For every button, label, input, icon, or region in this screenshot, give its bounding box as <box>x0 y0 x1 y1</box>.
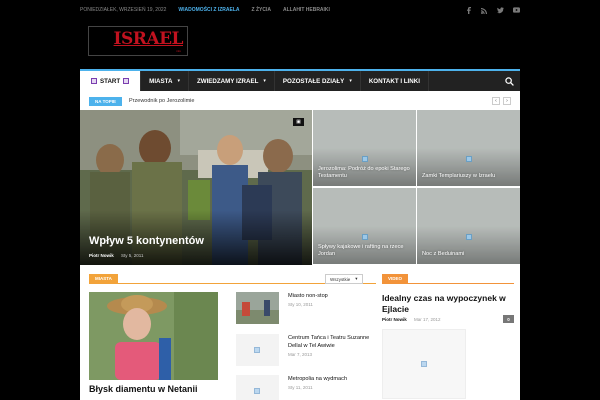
image-placeholder-icon <box>421 361 427 367</box>
rss-icon[interactable] <box>481 7 488 14</box>
news-ticker: NA TOPIE Przewodnik po Jerozolimie ‹ › <box>89 96 511 106</box>
video-post-meta: Piotr Nowik Mar 17, 2012 0 <box>382 315 514 323</box>
search-button[interactable] <box>498 71 520 91</box>
top-link-life[interactable]: Z ŻYCIA <box>252 7 271 13</box>
top-link-news[interactable]: WIADOMOŚCI Z IZRAELA <box>178 7 239 13</box>
featured-main-title[interactable]: Wpływ 5 kontynentów <box>89 235 204 247</box>
ticker-link[interactable]: Przewodnik po Jerozolimie <box>129 98 194 104</box>
logo-text: ISRAEL <box>113 29 184 49</box>
section-divider <box>382 283 514 284</box>
camera-icon: ▣ <box>293 118 304 126</box>
image-placeholder-icon <box>254 347 260 353</box>
page-content: NA TOPIE Przewodnik po Jerozolimie ‹ › ▣… <box>80 91 520 400</box>
miasta-main-image[interactable] <box>89 292 218 380</box>
nav-item-kontakt[interactable]: KONTAKT I LINKI <box>361 71 429 91</box>
list-item-thumb[interactable] <box>236 292 279 324</box>
list-item-title[interactable]: Miasto non-stop <box>288 292 376 300</box>
nav-item-start[interactable]: START <box>80 71 142 91</box>
portrait-photo <box>89 292 218 380</box>
list-item-date: Sty 11, 2011 <box>288 385 313 390</box>
section-badge-miasta[interactable]: MIASTA <box>89 274 118 283</box>
chevron-down-icon: ▾ <box>177 78 180 84</box>
search-icon <box>504 76 514 86</box>
featured-main-date: Sty 5, 2011 <box>121 253 144 258</box>
list-item[interactable]: Centrum Tańca i Teatru Suzanne Dellal w … <box>236 334 376 366</box>
image-placeholder-icon <box>465 156 472 162</box>
featured-small-post[interactable]: Zamki Templariuszy w Izraelu <box>417 110 520 186</box>
featured-small-post[interactable]: Spływy kajakowe i rafting na rzece Jorda… <box>313 188 416 264</box>
image-placeholder-icon <box>465 234 472 240</box>
video-post-thumb[interactable] <box>382 329 466 399</box>
site-logo[interactable]: ISRAEL info <box>88 26 188 56</box>
nav-item-zwiedzamy[interactable]: ZWIEDZAMY IZRAEL ▾ <box>189 71 275 91</box>
facebook-icon[interactable] <box>465 6 472 14</box>
comment-count-badge[interactable]: 0 <box>503 315 514 323</box>
list-item-thumb[interactable] <box>236 375 279 400</box>
social-icons <box>465 6 520 14</box>
featured-small-title[interactable]: Zamki Templariuszy w Izraelu <box>422 173 515 180</box>
featured-main-meta: Piotr Nowik Sty 5, 2011 <box>89 253 143 258</box>
nav-item-pozostale[interactable]: POZOSTAŁE DZIAŁY ▾ <box>275 71 361 91</box>
youtube-icon[interactable] <box>513 7 520 14</box>
featured-small-post[interactable]: Jerozolima: Podróż do epoki Starego Test… <box>313 110 416 186</box>
image-placeholder-icon <box>361 156 368 162</box>
list-item-title[interactable]: Metropolia na wydmach <box>288 375 376 383</box>
miasta-main-title[interactable]: Błysk diamentu w Netanii <box>89 384 198 394</box>
section-badge-video[interactable]: VIDEO <box>382 274 409 283</box>
list-item[interactable]: Miasto non-stop Sty 10, 2011 <box>236 292 376 324</box>
top-bar: PONIEDZIAŁEK, WRZESIEŃ 19, 2022 WIADOMOŚ… <box>80 0 520 20</box>
featured-small-post[interactable]: Noc z Beduinami <box>417 188 520 264</box>
logo-sub: info <box>176 49 181 53</box>
start-icon-right <box>123 78 130 84</box>
video-post-author[interactable]: Piotr Nowik <box>382 317 407 322</box>
list-item-thumb[interactable] <box>236 334 279 366</box>
list-item-title[interactable]: Centrum Tańca i Teatru Suzanne Dellal w … <box>288 334 376 350</box>
featured-main-author[interactable]: Piotr Nowik <box>89 253 114 258</box>
twitter-icon[interactable] <box>497 6 504 14</box>
chevron-down-icon: ▾ <box>355 276 358 281</box>
video-post-title[interactable]: Idealny czas na wypoczynek w Ejlacie <box>382 293 514 315</box>
main-nav: START MIASTA ▾ ZWIEDZAMY IZRAEL ▾ POZOST… <box>80 69 520 91</box>
list-item-date: Mar 7, 2013 <box>288 352 313 357</box>
chevron-down-icon: ▾ <box>349 78 352 84</box>
nav-item-miasta[interactable]: MIASTA ▾ <box>141 71 189 91</box>
chevron-down-icon: ▾ <box>263 78 266 84</box>
featured-small-title[interactable]: Spływy kajakowe i rafting na rzece Jorda… <box>318 244 411 258</box>
start-icon <box>91 78 97 84</box>
video-post-date: Mar 17, 2012 <box>414 317 441 322</box>
image-placeholder-icon <box>361 234 368 240</box>
image-placeholder-icon <box>254 388 260 394</box>
list-item-date: Sty 10, 2011 <box>288 302 313 307</box>
list-item[interactable]: Metropolia na wydmach Sty 11, 2011 <box>236 375 376 400</box>
ticker-next-button[interactable]: › <box>503 97 511 105</box>
ticker-badge: NA TOPIE <box>89 96 123 106</box>
featured-small-title[interactable]: Noc z Beduinami <box>422 251 515 258</box>
featured-main-post[interactable]: ▣ Wpływ 5 kontynentów Piotr Nowik Sty 5,… <box>80 110 312 265</box>
ticker-prev-button[interactable]: ‹ <box>492 97 500 105</box>
featured-small-title[interactable]: Jerozolima: Podróż do epoki Starego Test… <box>318 166 411 180</box>
filter-value: Wszystkie <box>330 276 351 282</box>
top-link-hebrew[interactable]: ALLAHIT HEBRAIKI <box>283 7 330 13</box>
category-filter-dropdown[interactable]: Wszystkie ▾ <box>325 274 363 284</box>
current-date: PONIEDZIAŁEK, WRZESIEŃ 19, 2022 <box>80 7 167 13</box>
